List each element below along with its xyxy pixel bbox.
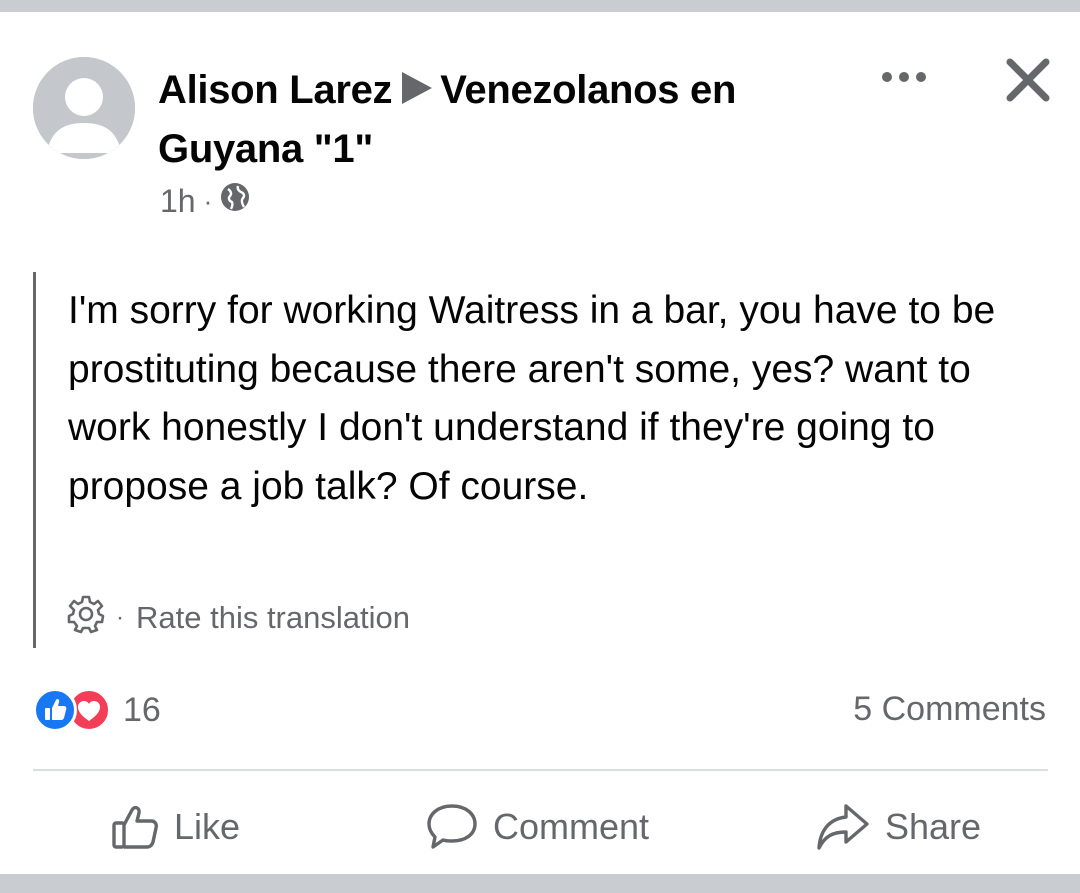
like-reaction-icon [33,688,77,732]
close-button[interactable] [1000,52,1056,108]
triangle-right-icon [400,65,434,121]
translation-quote-bar [33,272,36,648]
comment-bubble-icon [427,804,477,849]
close-icon [1006,58,1050,102]
globe-icon [220,182,250,220]
thumbs-up-icon [112,805,158,849]
share-button[interactable]: Share [815,802,981,852]
share-arrow-icon [817,804,869,850]
ellipsis-icon [882,72,926,82]
post-body-text: I'm sorry for working Waitress in a bar,… [68,289,996,508]
more-options-button[interactable] [876,62,932,92]
gear-icon[interactable] [66,594,106,642]
comment-button[interactable]: Comment [425,802,649,852]
reactions-summary[interactable]: 16 [33,688,161,732]
post-header-title: Alison Larez Venezolanos en Guyana "1" [158,62,858,177]
like-label: Like [174,806,241,847]
translation-row: · Rate this translation [66,594,410,642]
actions-divider [33,769,1048,771]
post-card: Alison Larez Venezolanos en Guyana "1" 1h… [0,12,1080,874]
translation-separator: · [116,604,124,631]
post-meta: 1h · [160,182,250,220]
reaction-count: 16 [123,690,161,729]
post-timestamp[interactable]: 1h [160,183,196,220]
avatar[interactable] [33,57,135,159]
share-label: Share [885,806,982,847]
meta-separator: · [203,185,213,216]
default-profile-icon [33,57,135,159]
rate-translation-link[interactable]: Rate this translation [136,600,410,636]
comments-count-link[interactable]: 5 Comments [853,690,1046,729]
author-name[interactable]: Alison Larez [158,68,393,112]
comment-label: Comment [493,806,650,847]
like-button[interactable]: Like [110,802,240,852]
